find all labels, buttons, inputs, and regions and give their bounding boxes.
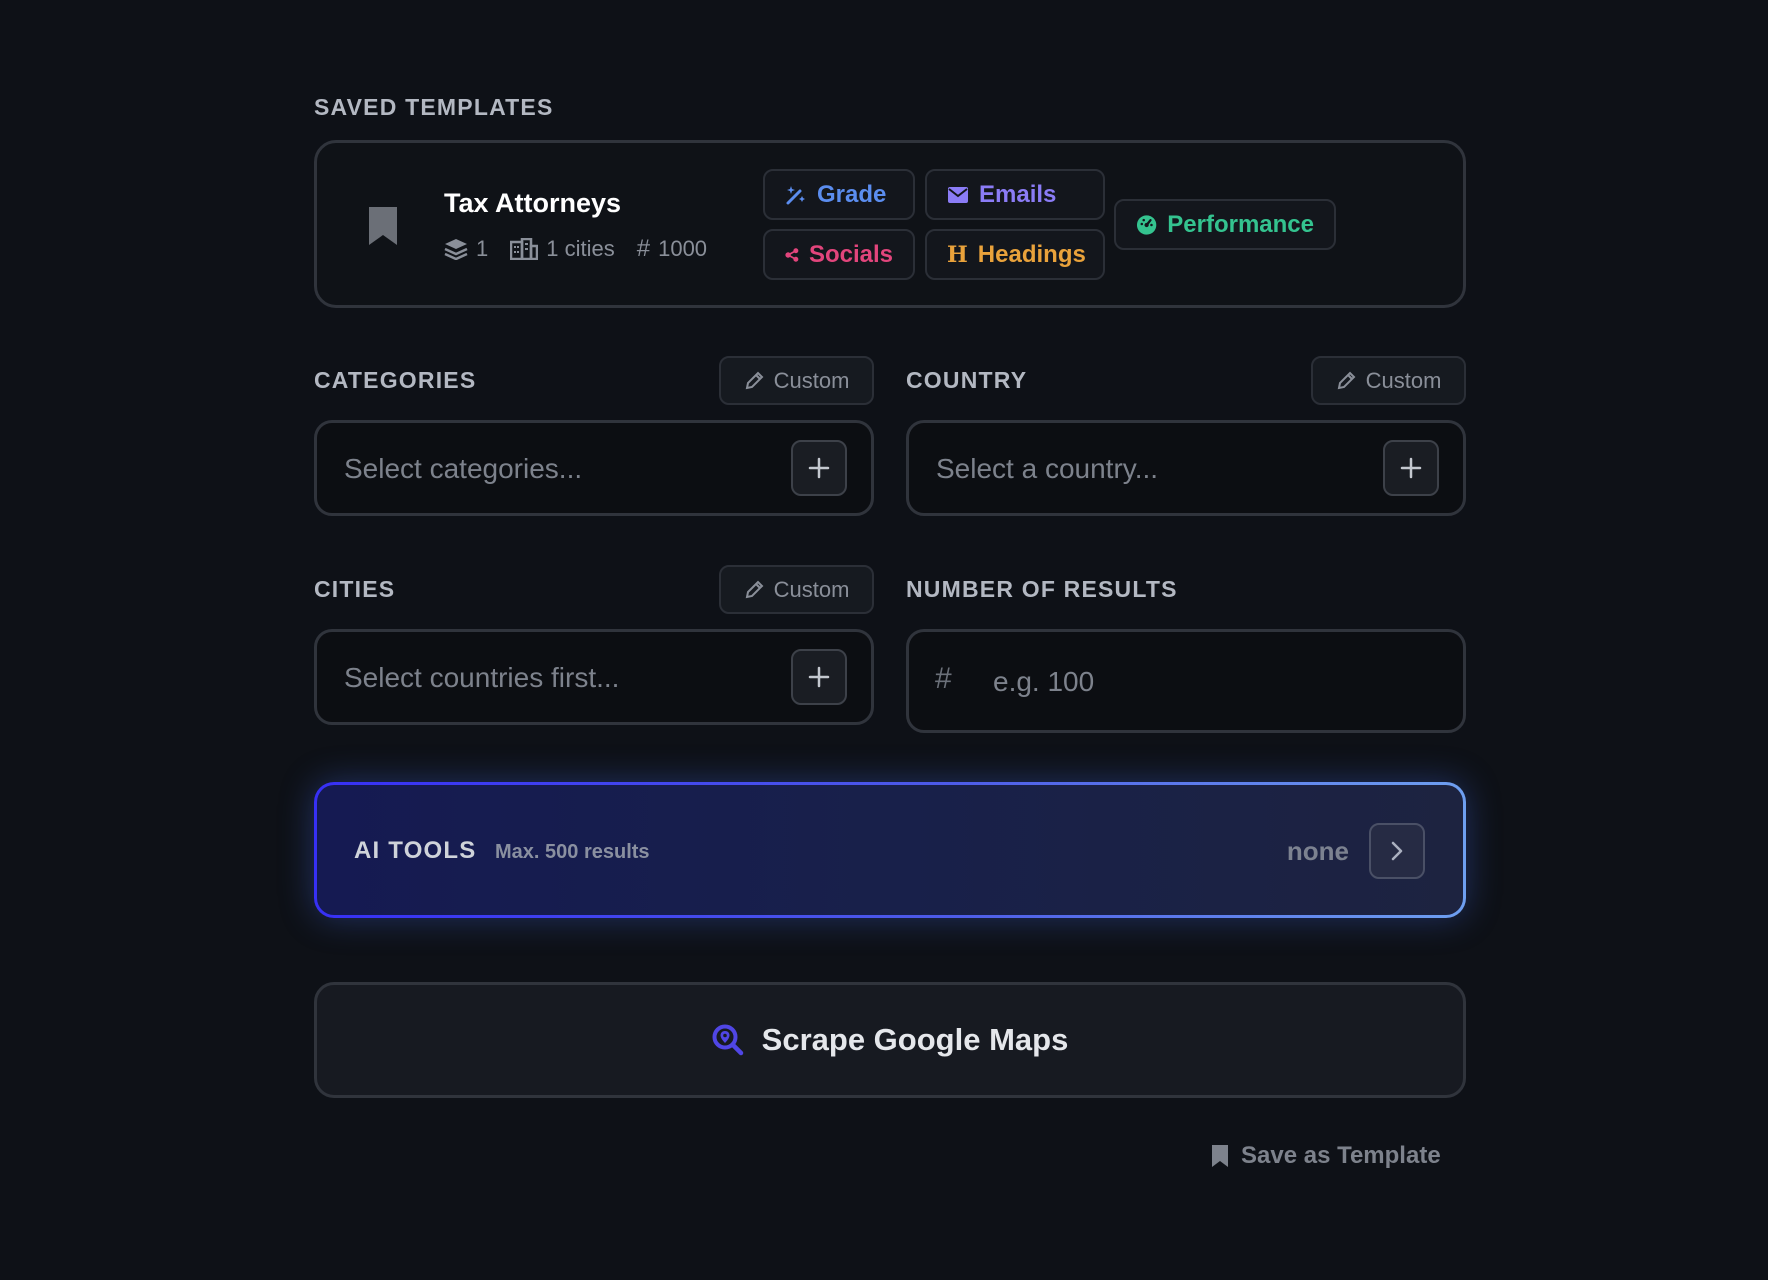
saved-templates-title: SAVED TEMPLATES <box>314 94 554 120</box>
cities-label: CITIES <box>314 576 396 602</box>
tag-performance: Performance <box>1114 199 1336 250</box>
add-category-button[interactable] <box>791 440 847 496</box>
pencil-icon <box>745 371 764 389</box>
custom-label: Custom <box>1365 367 1442 393</box>
layers-icon <box>444 239 468 260</box>
ai-tools-expand-button[interactable] <box>1369 823 1425 879</box>
template-meta: 1 1 cities # 1000 <box>444 235 707 263</box>
bookmark-icon <box>1212 1145 1228 1167</box>
cities-select[interactable]: Select countries first... <box>314 629 874 725</box>
categories-custom-button[interactable]: Custom <box>719 356 874 405</box>
tag-label: Performance <box>1167 210 1314 238</box>
ai-tools-subtitle: Max. 500 results <box>495 841 650 863</box>
plus-icon <box>808 666 830 688</box>
template-name: Tax Attorneys <box>444 188 622 218</box>
hash-icon: # <box>935 662 952 695</box>
share-icon <box>785 247 799 262</box>
categories-label: CATEGORIES <box>314 367 477 393</box>
chevron-right-icon <box>1391 841 1403 861</box>
tag-grade: Grade <box>763 169 915 220</box>
hash-icon: # <box>636 235 651 262</box>
tag-label: Headings <box>977 240 1086 268</box>
tag-emails: Emails <box>925 169 1105 220</box>
scrape-label: Scrape Google Maps <box>761 1022 1069 1057</box>
tag-label: Grade <box>817 180 887 208</box>
tag-label: Socials <box>808 240 893 268</box>
categories-placeholder: Select categories... <box>344 453 583 484</box>
add-country-button[interactable] <box>1383 440 1439 496</box>
ai-tools-panel[interactable]: AI TOOLS Max. 500 results none <box>314 782 1466 918</box>
envelope-icon <box>948 186 968 203</box>
number-of-results-field[interactable]: # <box>906 629 1466 733</box>
cities-custom-button[interactable]: Custom <box>719 565 874 614</box>
ai-tools-inner: AI TOOLS Max. 500 results none <box>317 785 1463 915</box>
save-as-template-label: Save as Template <box>1241 1142 1441 1169</box>
bookmark-icon <box>369 207 397 245</box>
number-of-results-input[interactable] <box>993 662 1413 702</box>
heading-icon: H <box>947 241 968 268</box>
categories-select[interactable]: Select categories... <box>314 420 874 516</box>
cities-placeholder: Select countries first... <box>344 662 620 693</box>
pencil-icon <box>745 580 764 598</box>
template-cities: 1 cities <box>546 236 615 261</box>
ai-tools-value: none <box>1286 836 1349 866</box>
gauge-icon <box>1136 214 1157 235</box>
plus-icon <box>808 457 830 479</box>
save-as-template-button[interactable]: Save as Template <box>1211 1142 1441 1170</box>
search-location-icon <box>712 1024 743 1056</box>
saved-template-card[interactable]: Tax Attorneys 1 1 cities # 1000 Grade Em… <box>314 140 1466 308</box>
country-select[interactable]: Select a country... <box>906 420 1466 516</box>
city-icon <box>510 238 539 260</box>
tag-socials: Socials <box>763 229 915 280</box>
number-of-results-label: NUMBER OF RESULTS <box>906 576 1178 602</box>
add-city-button[interactable] <box>791 649 847 705</box>
custom-label: Custom <box>773 576 850 602</box>
tag-headings: H Headings <box>925 229 1105 280</box>
country-custom-button[interactable]: Custom <box>1311 356 1466 405</box>
country-placeholder: Select a country... <box>936 453 1159 484</box>
template-categories-count: 1 <box>476 236 489 261</box>
pencil-icon <box>1337 371 1356 389</box>
tag-label: Emails <box>979 180 1057 208</box>
template-results-count: 1000 <box>658 236 708 261</box>
ai-tools-title: AI TOOLS <box>354 837 477 864</box>
custom-label: Custom <box>773 367 850 393</box>
plus-icon <box>1400 457 1422 479</box>
country-label: COUNTRY <box>906 367 1028 393</box>
magic-wand-icon <box>786 185 805 204</box>
scrape-google-maps-button[interactable]: Scrape Google Maps <box>314 982 1466 1098</box>
